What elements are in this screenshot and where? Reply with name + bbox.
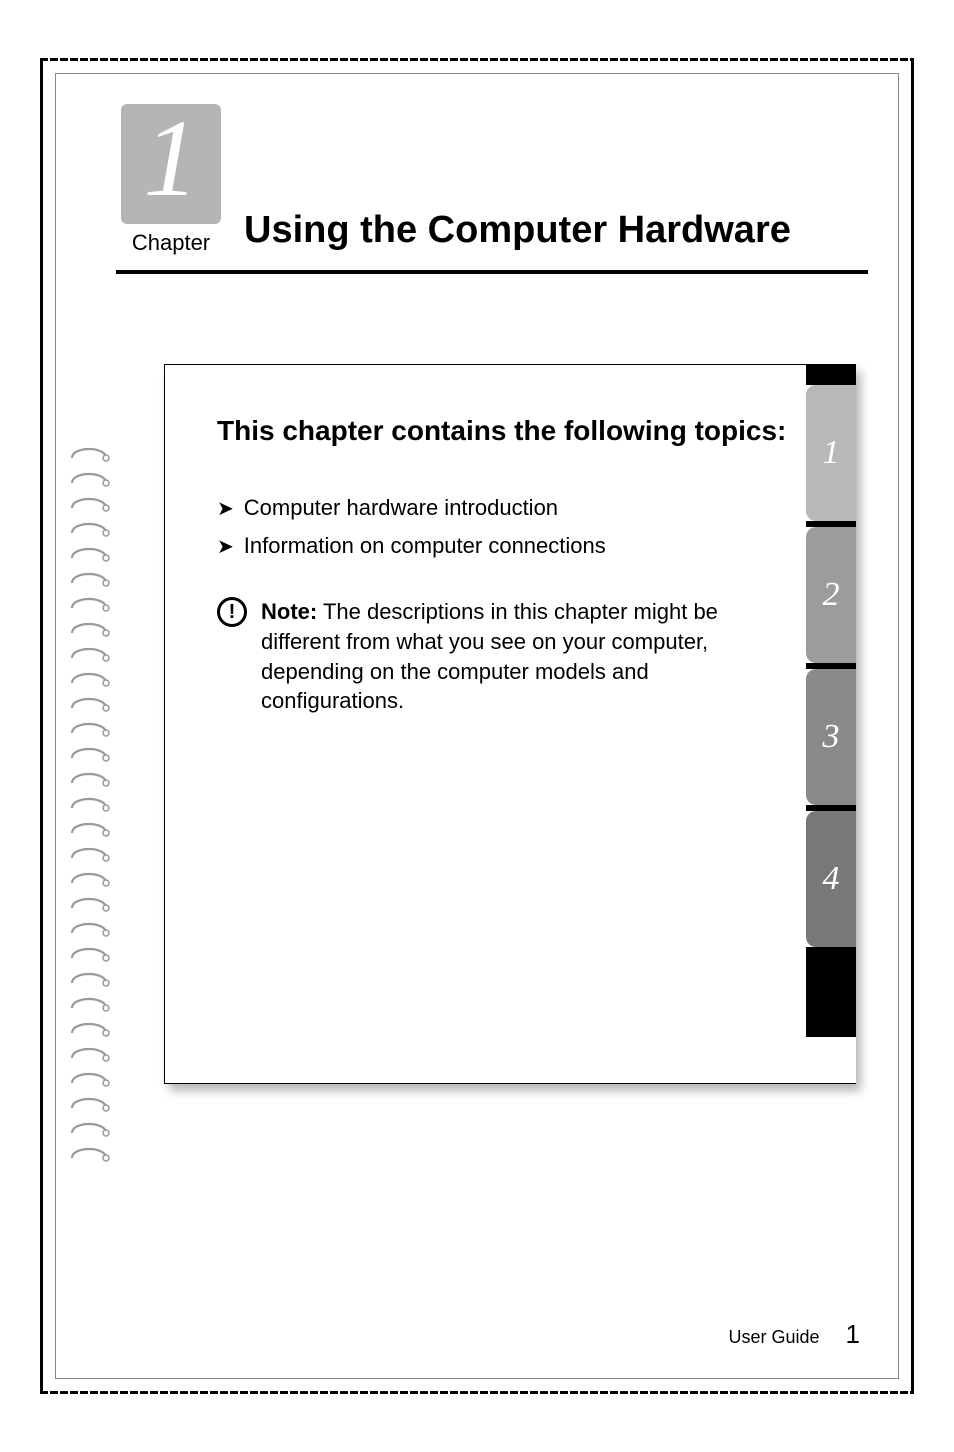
topic-list: ➤ Computer hardware introduction ➤ Informat… — [217, 495, 796, 561]
topic-item: ➤ Computer hardware introduction — [217, 495, 796, 523]
note-block: ! Note: The descriptions in this chapter… — [217, 597, 796, 716]
spiral-ring — [66, 969, 112, 989]
spiral-ring — [66, 694, 112, 714]
spiral-ring — [66, 494, 112, 514]
side-tabs: 1234 — [806, 365, 856, 1083]
title-underline — [116, 270, 868, 274]
spiral-ring — [66, 919, 112, 939]
page-frame: 1 Chapter Using the Computer Hardware Th… — [55, 73, 899, 1379]
spiral-ring — [66, 894, 112, 914]
spiral-ring — [66, 944, 112, 964]
page-footer: User Guide 1 — [728, 1319, 860, 1350]
spiral-ring — [66, 869, 112, 889]
chapter-title: Using the Computer Hardware — [244, 209, 868, 256]
spiral-ring — [66, 769, 112, 789]
chapter-label: Chapter — [116, 230, 226, 256]
spiral-ring — [66, 669, 112, 689]
spiral-ring — [66, 544, 112, 564]
spiral-ring — [66, 594, 112, 614]
bullet-icon: ➤ — [217, 533, 234, 561]
side-tab-2[interactable]: 2 — [806, 527, 856, 663]
spiral-ring — [66, 1044, 112, 1064]
spiral-binding — [66, 444, 112, 1164]
note-label: Note: — [261, 599, 317, 624]
footer-label: User Guide — [728, 1327, 819, 1348]
spiral-ring — [66, 519, 112, 539]
tab-divider — [806, 947, 856, 1037]
bullet-icon: ➤ — [217, 495, 234, 523]
spiral-ring — [66, 994, 112, 1014]
chapter-number: 1 — [144, 103, 199, 213]
spiral-ring — [66, 469, 112, 489]
chapter-badge: 1 Chapter — [116, 104, 226, 256]
spiral-ring — [66, 819, 112, 839]
side-tab-1[interactable]: 1 — [806, 385, 856, 521]
spiral-ring — [66, 1094, 112, 1114]
warning-icon: ! — [217, 597, 247, 627]
topic-item: ➤ Information on computer connections — [217, 533, 796, 561]
topics-card: This chapter contains the following topi… — [164, 364, 856, 1084]
page-number: 1 — [846, 1319, 860, 1350]
chapter-header: 1 Chapter Using the Computer Hardware — [116, 104, 868, 256]
topic-text: Information on computer connections — [244, 533, 606, 559]
spiral-ring — [66, 744, 112, 764]
note-text-container: Note: The descriptions in this chapter m… — [261, 597, 796, 716]
spiral-ring — [66, 844, 112, 864]
spiral-ring — [66, 719, 112, 739]
spiral-ring — [66, 1144, 112, 1164]
spiral-ring — [66, 1019, 112, 1039]
chapter-number-box: 1 — [121, 104, 221, 224]
spiral-ring — [66, 444, 112, 464]
spiral-ring — [66, 569, 112, 589]
spiral-ring — [66, 794, 112, 814]
spiral-ring — [66, 644, 112, 664]
side-tab-3[interactable]: 3 — [806, 669, 856, 805]
spiral-ring — [66, 1119, 112, 1139]
topics-heading: This chapter contains the following topi… — [217, 413, 796, 449]
spiral-ring — [66, 619, 112, 639]
note-text: The descriptions in this chapter might b… — [261, 599, 718, 713]
tab-spacer — [806, 365, 856, 385]
side-tab-4[interactable]: 4 — [806, 811, 856, 947]
dashed-border: 1 Chapter Using the Computer Hardware Th… — [40, 58, 914, 1394]
spiral-ring — [66, 1069, 112, 1089]
topic-text: Computer hardware introduction — [244, 495, 558, 521]
